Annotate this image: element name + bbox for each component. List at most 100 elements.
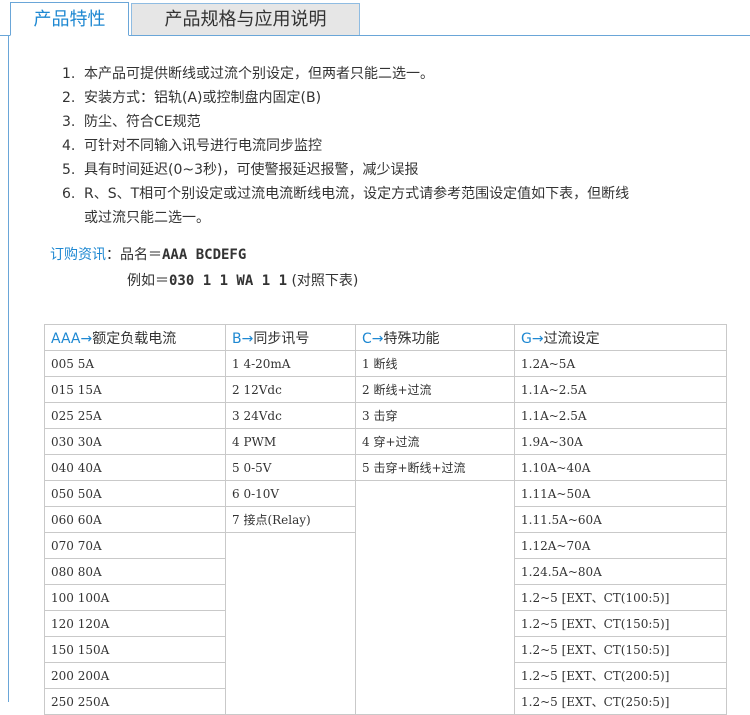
tab-product-specs[interactable]: 产品规格与应用说明	[131, 3, 360, 35]
cell-sync-signal	[225, 584, 356, 611]
table-row: 030 30A 4 PWM 4 穿+过流 1.9A~30A	[44, 428, 727, 455]
cell-sync-signal: 4 PWM	[225, 428, 356, 455]
cell-sync-signal	[225, 558, 356, 585]
cell-load-current: 025 25A	[44, 402, 226, 429]
cell-special-function: 5 击穿+断线+过流	[355, 454, 515, 481]
cell-sync-signal	[225, 610, 356, 637]
table-row: 025 25A 3 24Vdc 3 击穿 1.1A~2.5A	[44, 402, 727, 429]
feature-text-continued: 或过流只能二选一。	[84, 210, 210, 226]
feature-number: 6.	[62, 186, 76, 202]
feature-text: 防尘、符合CE规范	[84, 114, 201, 130]
cell-sync-signal	[225, 662, 356, 689]
cell-overcurrent-setting: 1.2~5 [EXT、CT(200:5)]	[514, 662, 727, 689]
cell-load-current: 015 15A	[44, 376, 226, 403]
header-g: G→过流设定	[514, 324, 727, 351]
table-row: 060 60A 7 接点(Relay) 1.11.5A~60A	[44, 506, 727, 533]
cell-load-current: 100 100A	[44, 584, 226, 611]
cell-overcurrent-setting: 1.2~5 [EXT、CT(100:5)]	[514, 584, 727, 611]
cell-load-current: 040 40A	[44, 454, 226, 481]
cell-overcurrent-setting: 1.1A~2.5A	[514, 376, 727, 403]
feature-number: 2.	[62, 90, 76, 106]
cell-load-current: 120 120A	[44, 610, 226, 637]
table-row: 070 70A 1.12A~70A	[44, 532, 727, 559]
cell-sync-signal: 6 0-10V	[225, 480, 356, 507]
cell-load-current: 005 5A	[44, 350, 226, 377]
cell-overcurrent-setting: 1.9A~30A	[514, 428, 727, 455]
feature-item: 3. 防尘、符合CE规范	[62, 110, 732, 134]
feature-text: 具有时间延迟(0~3秒)，可使警报延迟报警，减少误报	[84, 162, 419, 178]
feature-item: 4. 可针对不同输入讯号进行电流同步监控	[62, 134, 732, 158]
feature-text: R、S、T相可个别设定或过流电流断线电流，设定方式请参考范围设定值如下表，但断线	[84, 186, 630, 202]
cell-special-function	[355, 506, 515, 533]
feature-text: 本产品可提供断线或过流个别设定，但两者只能二选一。	[84, 66, 434, 82]
header-b: B→同步讯号	[225, 324, 356, 351]
spec-table-header: AAA→额定负载电流 B→同步讯号 C→特殊功能 G→过流设定	[44, 324, 727, 351]
order-example-label: 例如＝	[127, 273, 169, 289]
cell-load-current: 200 200A	[44, 662, 226, 689]
order-model-prefix: ：品名＝	[106, 247, 162, 263]
table-row: 015 15A 2 12Vdc 2 断线+过流 1.1A~2.5A	[44, 376, 727, 403]
cell-special-function: 4 穿+过流	[355, 428, 515, 455]
cell-overcurrent-setting: 1.10A~40A	[514, 454, 727, 481]
tab-product-features[interactable]: 产品特性	[10, 2, 129, 36]
order-model-code: AAA BCDEFG	[162, 247, 247, 263]
header-aaa: AAA→额定负载电流	[44, 324, 226, 351]
feature-item: 5. 具有时间延迟(0~3秒)，可使警报延迟报警，减少误报	[62, 158, 732, 182]
order-info: 订购资讯：品名＝AAA BCDEFG 例如＝030 1 1 WA 1 1 (对照…	[50, 242, 358, 294]
feature-number: 4.	[62, 138, 76, 154]
cell-overcurrent-setting: 1.2~5 [EXT、CT(150:5)]	[514, 610, 727, 637]
feature-text: 可针对不同输入讯号进行电流同步监控	[84, 138, 322, 154]
order-model-row: 订购资讯：品名＝AAA BCDEFG	[50, 242, 358, 268]
table-row: 050 50A 6 0-10V 1.11A~50A	[44, 480, 727, 507]
order-info-label: 订购资讯	[50, 247, 106, 263]
feature-text: 安装方式：铝轨(A)或控制盘内固定(B)	[84, 90, 322, 106]
feature-item: 2. 安装方式：铝轨(A)或控制盘内固定(B)	[62, 86, 732, 110]
cell-special-function	[355, 610, 515, 637]
feature-item: 1. 本产品可提供断线或过流个别设定，但两者只能二选一。	[62, 62, 732, 86]
cell-load-current: 030 30A	[44, 428, 226, 455]
cell-sync-signal: 3 24Vdc	[225, 402, 356, 429]
cell-overcurrent-setting: 1.2~5 [EXT、CT(150:5)]	[514, 636, 727, 663]
feature-number: 5.	[62, 162, 76, 178]
cell-load-current: 060 60A	[44, 506, 226, 533]
cell-load-current: 150 150A	[44, 636, 226, 663]
order-example-note: (对照下表)	[291, 273, 359, 289]
cell-special-function: 1 断线	[355, 350, 515, 377]
cell-special-function	[355, 662, 515, 689]
table-row: 150 150A 1.2~5 [EXT、CT(150:5)]	[44, 636, 727, 663]
feature-number: 1.	[62, 66, 76, 82]
order-example-code: 030 1 1 WA 1 1	[169, 273, 288, 289]
cell-special-function	[355, 558, 515, 585]
tab-bar: 产品特性 产品规格与应用说明	[0, 0, 750, 36]
feature-list: 1. 本产品可提供断线或过流个别设定，但两者只能二选一。 2. 安装方式：铝轨(A)或…	[62, 62, 732, 230]
header-c: C→特殊功能	[355, 324, 515, 351]
table-row: 080 80A 1.24.5A~80A	[44, 558, 727, 585]
table-row: 200 200A 1.2~5 [EXT、CT(200:5)]	[44, 662, 727, 689]
cell-special-function	[355, 480, 515, 507]
feature-number: 3.	[62, 114, 76, 130]
feature-item: 6. R、S、T相可个别设定或过流电流断线电流，设定方式请参考范围设定值如下表，但…	[62, 182, 732, 206]
cell-sync-signal	[225, 636, 356, 663]
cell-overcurrent-setting: 1.2A~5A	[514, 350, 727, 377]
order-example-row: 例如＝030 1 1 WA 1 1 (对照下表)	[50, 268, 358, 294]
cell-sync-signal: 7 接点(Relay)	[225, 506, 356, 533]
cell-special-function	[355, 532, 515, 559]
cell-sync-signal: 1 4-20mA	[225, 350, 356, 377]
cell-sync-signal: 5 0-5V	[225, 454, 356, 481]
table-row: 100 100A 1.2~5 [EXT、CT(100:5)]	[44, 584, 727, 611]
cell-overcurrent-setting: 1.11.5A~60A	[514, 506, 727, 533]
cell-special-function	[355, 636, 515, 663]
table-row: 120 120A 1.2~5 [EXT、CT(150:5)]	[44, 610, 727, 637]
cell-sync-signal	[225, 532, 356, 559]
cell-overcurrent-setting: 1.12A~70A	[514, 532, 727, 559]
cell-overcurrent-setting: 1.24.5A~80A	[514, 558, 727, 585]
table-row: 005 5A 1 4-20mA 1 断线 1.2A~5A	[44, 350, 727, 377]
cell-special-function: 2 断线+过流	[355, 376, 515, 403]
cell-sync-signal: 2 12Vdc	[225, 376, 356, 403]
cell-overcurrent-setting: 1.1A~2.5A	[514, 402, 727, 429]
content-left-border	[8, 36, 9, 702]
cell-load-current: 070 70A	[44, 532, 226, 559]
cell-overcurrent-setting: 1.11A~50A	[514, 480, 727, 507]
cell-load-current: 080 80A	[44, 558, 226, 585]
cell-special-function: 3 击穿	[355, 402, 515, 429]
